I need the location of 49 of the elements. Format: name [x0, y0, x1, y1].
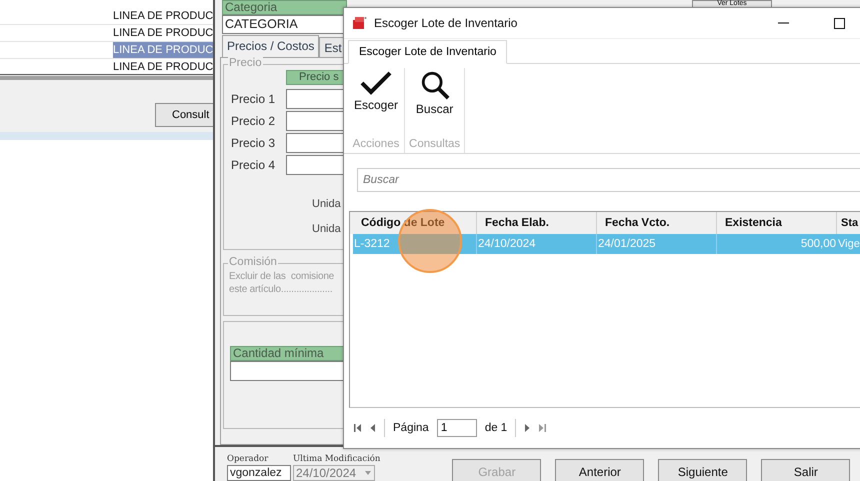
group-title: Precio [228, 57, 263, 69]
group-title: Comisión [228, 256, 278, 268]
next-icon [524, 423, 530, 433]
window-title: Escoger Lote de Inventario [374, 16, 518, 30]
category-label: Categoria [222, 0, 347, 15]
table-cell-text: 500,00 [800, 237, 837, 252]
page-field[interactable]: 1 [436, 419, 477, 437]
price-label: Precio 2 [231, 114, 276, 128]
search-button[interactable]: Buscar [414, 68, 456, 118]
tab[interactable]: Precios / Costos [222, 35, 320, 57]
maximize-icon [834, 18, 845, 28]
price-label: Precio 3 [231, 136, 276, 150]
unit-label: Unida [312, 222, 341, 237]
last-page-button[interactable] [538, 423, 546, 433]
unit-label: Unida [312, 197, 341, 212]
operator-field[interactable]: vgonzalez [227, 465, 291, 481]
app-icon [353, 17, 367, 29]
table-cell: 24/10/2024 [477, 234, 597, 254]
table-cell: 24/01/2025 [597, 234, 717, 254]
table-cell-text: LINEA DE PRODUC [113, 9, 214, 24]
form-button[interactable]: Salir [761, 459, 850, 481]
table-cell-text: LINEA DE PRODUC [113, 60, 214, 75]
operator-label: Operador [227, 454, 270, 464]
group-label: Acciones [352, 138, 400, 150]
price-label: Precio 1 [231, 92, 276, 106]
page-total: de 1 [484, 422, 508, 434]
previous-page-button[interactable] [370, 423, 376, 433]
commission-text: Excluir de las comisione este artículo.................... [229, 270, 334, 296]
price-label: Precio 4 [231, 158, 276, 172]
column-header[interactable]: Sta [837, 212, 858, 234]
group-label: Consultas [409, 138, 460, 150]
page-label: Página [393, 422, 429, 434]
table-cell-text: LINEA DE PRODUC [113, 26, 214, 41]
first-page-icon [354, 423, 362, 433]
previous-icon [370, 423, 376, 433]
search-field[interactable]: Buscar [357, 168, 860, 192]
modified-label: Ultima Modificación [293, 454, 380, 464]
ribbon-tab[interactable]: Escoger Lote de Inventario [348, 40, 508, 64]
date-dropdown[interactable]: 24/10/2024 [293, 465, 375, 481]
form-button[interactable]: Anterior [555, 459, 644, 481]
first-page-button[interactable] [354, 423, 362, 433]
table-cell-text: Vige [837, 237, 860, 252]
caret-icon [365, 471, 371, 475]
table-cell: L-3212 [353, 234, 477, 254]
form-button[interactable]: Siguiente [658, 459, 748, 481]
last-page-icon [538, 423, 546, 433]
next-page-button[interactable] [524, 423, 530, 433]
check-icon [359, 70, 394, 96]
table-cell: LINEA DE PRODUC [113, 42, 214, 58]
